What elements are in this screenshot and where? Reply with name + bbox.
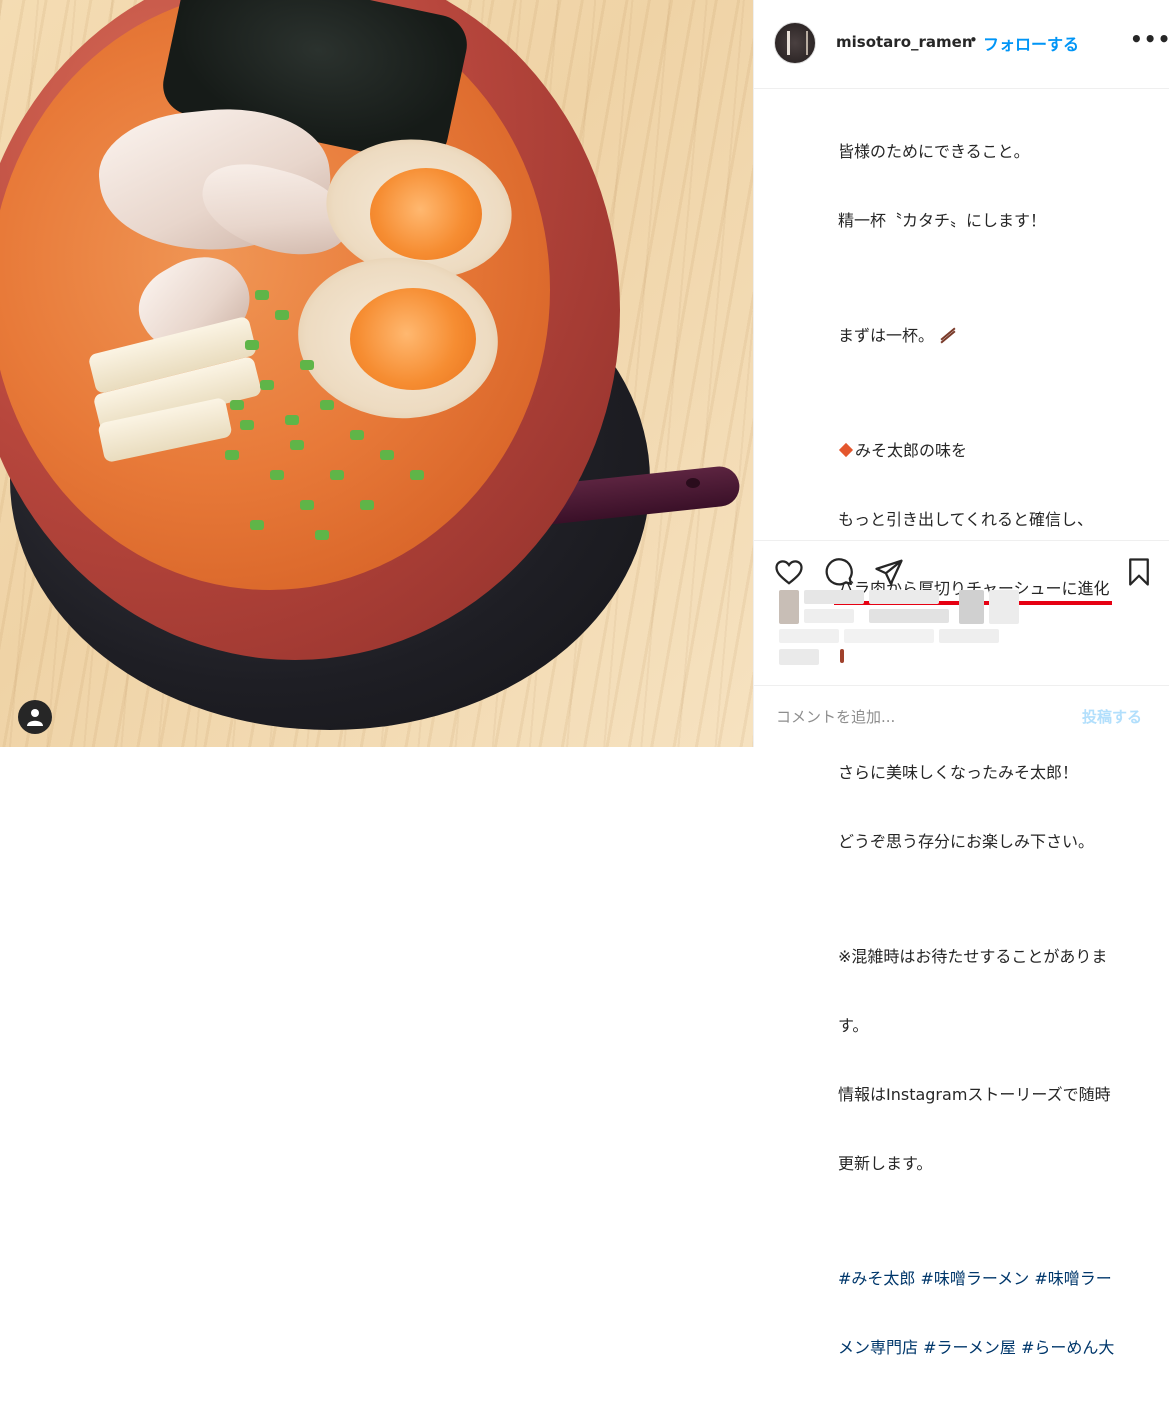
comment-icon	[825, 558, 853, 586]
comment-bar: 投稿する	[754, 685, 1169, 748]
separator-dot: •	[969, 31, 978, 49]
tagged-user-button[interactable]	[18, 700, 52, 734]
share-button[interactable]	[874, 557, 904, 587]
user-icon	[27, 709, 43, 726]
caption-line: 精一杯〝カタチ〟にします！	[838, 211, 1047, 230]
diamond-icon	[838, 442, 854, 458]
caption-line: まずは一杯。	[838, 324, 1148, 347]
likes-section-blurred	[774, 585, 1024, 670]
caption: 皆様のためにできること。 精一杯〝カタチ〟にします！ まずは一杯。 みそ太郎の味…	[834, 94, 1148, 1405]
egg-yolk	[370, 168, 482, 260]
comment-input[interactable]	[774, 704, 1078, 730]
caption-line: 情報はInstagramストーリーズで随時	[838, 1085, 1111, 1104]
caption-text: みそ太郎の味を	[855, 441, 968, 460]
post-comment-button[interactable]: 投稿する	[1082, 706, 1142, 727]
caption-line: みそ太郎の味を	[838, 439, 1148, 462]
post-sidebar: misotaro_ramen • フォローする ••• 皆様のためにできること。…	[753, 0, 1169, 1357]
post-header: misotaro_ramen • フォローする •••	[754, 0, 1169, 89]
follow-button[interactable]: フォローする	[983, 31, 1079, 55]
spoon-hole	[686, 478, 700, 488]
heart-icon	[775, 560, 803, 585]
egg-yolk	[350, 288, 476, 390]
post-photo[interactable]	[0, 0, 753, 747]
username-link[interactable]: misotaro_ramen	[836, 33, 973, 51]
caption-line: す。	[838, 1016, 869, 1035]
caption-line: 更新します。	[838, 1154, 933, 1173]
caption-line: さらに美味しくなったみそ太郎！	[838, 763, 1079, 782]
caption-line: どうぞ思う存分にお楽しみ下さい。	[838, 832, 1095, 851]
chopsticks-icon	[939, 327, 957, 344]
caption-line: 皆様のためにできること。	[838, 142, 1030, 161]
comment-button[interactable]	[824, 557, 854, 587]
bookmark-icon	[1129, 558, 1149, 586]
caption-line: ※混雑時はお待たせすることがありま	[838, 947, 1108, 966]
like-button[interactable]	[774, 557, 804, 587]
save-button[interactable]	[1124, 557, 1154, 587]
caption-text: まずは一杯。	[838, 326, 935, 345]
hashtags-line[interactable]: メン専門店 #ラーメン屋 #らーめん大	[838, 1336, 1148, 1359]
share-icon	[875, 559, 903, 585]
profile-avatar[interactable]	[774, 22, 816, 64]
caption-line: もっと引き出してくれると確信し、	[838, 510, 1094, 529]
more-icon[interactable]: •••	[1130, 27, 1169, 51]
hashtags-line[interactable]: #みそ太郎 #味噌ラーメン #味噌ラー	[838, 1267, 1148, 1290]
